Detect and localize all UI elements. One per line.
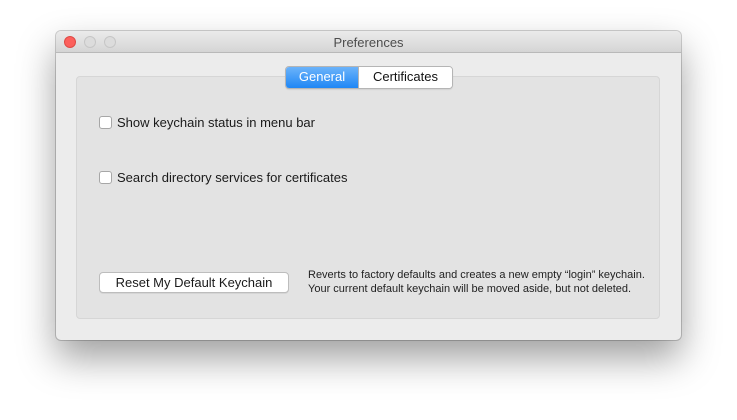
tab-general[interactable]: General — [286, 67, 358, 88]
search-directory-services-label[interactable]: Search directory services for certificat… — [117, 170, 347, 185]
reset-description: Reverts to factory defaults and creates … — [308, 268, 663, 296]
reset-description-line-1: Reverts to factory defaults and creates … — [308, 269, 645, 281]
preferences-window: Preferences General Certificates Show ke… — [56, 31, 681, 340]
reset-description-line-2: Your current default keychain will be mo… — [308, 283, 632, 295]
title-bar[interactable]: Preferences — [56, 31, 681, 53]
search-directory-services-checkbox[interactable] — [99, 170, 112, 184]
show-keychain-status-checkbox[interactable] — [99, 115, 112, 129]
tab-certificates[interactable]: Certificates — [358, 67, 452, 88]
reset-default-keychain-button[interactable]: Reset My Default Keychain — [99, 272, 289, 293]
search-directory-services-option[interactable]: Search directory services for certificat… — [99, 168, 347, 186]
show-keychain-status-label[interactable]: Show keychain status in menu bar — [117, 115, 315, 130]
show-keychain-status-option[interactable]: Show keychain status in menu bar — [99, 113, 315, 131]
tab-bar: General Certificates — [285, 66, 453, 89]
window-title: Preferences — [333, 35, 404, 50]
